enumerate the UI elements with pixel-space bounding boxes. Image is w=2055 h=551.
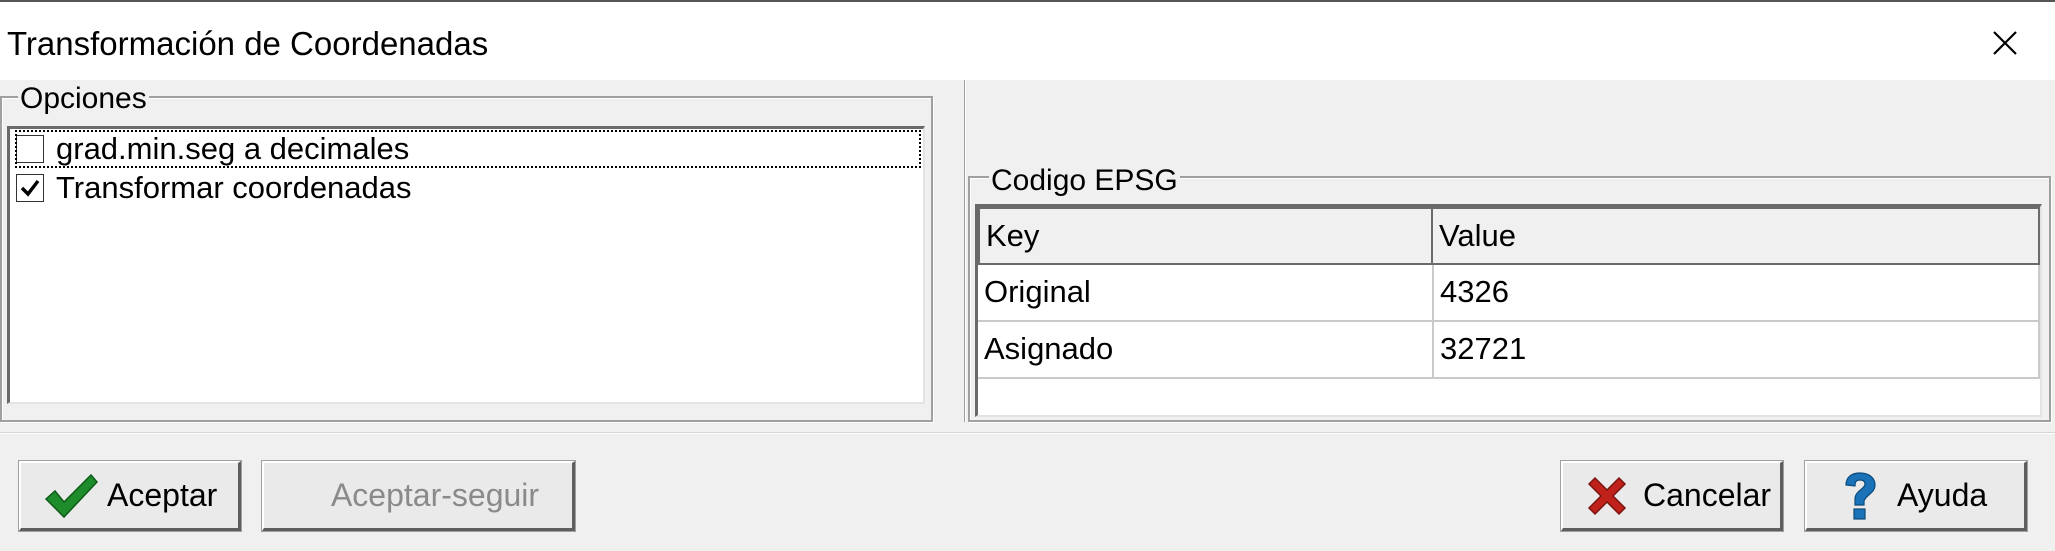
epsg-legend: Codigo EPSG <box>989 163 1180 199</box>
accept-continue-label: Aceptar-seguir <box>330 477 540 513</box>
close-button[interactable] <box>1960 18 2050 68</box>
accept-label: Aceptar <box>107 477 218 513</box>
epsg-table[interactable]: Key Value Original 4326 Asignado 32721 <box>975 204 2042 417</box>
cancel-label: Cancelar <box>1643 477 1772 513</box>
checkbox[interactable] <box>16 135 44 163</box>
title-bar: Transformación de Coordenadas <box>0 0 2055 80</box>
option-item-transformar[interactable]: Transformar coordenadas <box>16 170 412 206</box>
panel-divider <box>964 80 966 422</box>
option-label: grad.min.seg a decimales <box>56 131 410 166</box>
table-cell-value[interactable]: 32721 <box>1434 322 2040 379</box>
checkmark-icon <box>20 179 40 197</box>
table-cell-key[interactable]: Asignado <box>978 322 1434 379</box>
option-item-grad-min-seg[interactable]: grad.min.seg a decimales <box>15 130 921 168</box>
column-header-value[interactable]: Value <box>1431 207 2040 265</box>
accept-continue-button[interactable]: Aceptar-seguir <box>261 460 576 532</box>
question-icon <box>1837 466 1883 526</box>
options-legend: Opciones <box>18 81 149 117</box>
help-label: Ayuda <box>1897 477 1988 513</box>
checkmark-icon <box>41 466 101 526</box>
help-button[interactable]: Ayuda <box>1804 460 2028 532</box>
checkbox[interactable] <box>16 174 44 202</box>
options-checklist[interactable]: grad.min.seg a decimales Transformar coo… <box>7 126 925 404</box>
table-cell-value[interactable]: 4326 <box>1434 265 2040 322</box>
window-title: Transformación de Coordenadas <box>7 25 489 62</box>
table-cell-key[interactable]: Original <box>978 265 1434 322</box>
button-bar-separator <box>0 432 2055 434</box>
red-x-icon <box>1583 466 1631 526</box>
accept-button[interactable]: Aceptar <box>18 460 242 532</box>
cancel-button[interactable]: Cancelar <box>1560 460 1784 532</box>
option-label: Transformar coordenadas <box>56 170 412 205</box>
column-header-key[interactable]: Key <box>978 207 1434 265</box>
close-icon <box>1993 31 2017 55</box>
